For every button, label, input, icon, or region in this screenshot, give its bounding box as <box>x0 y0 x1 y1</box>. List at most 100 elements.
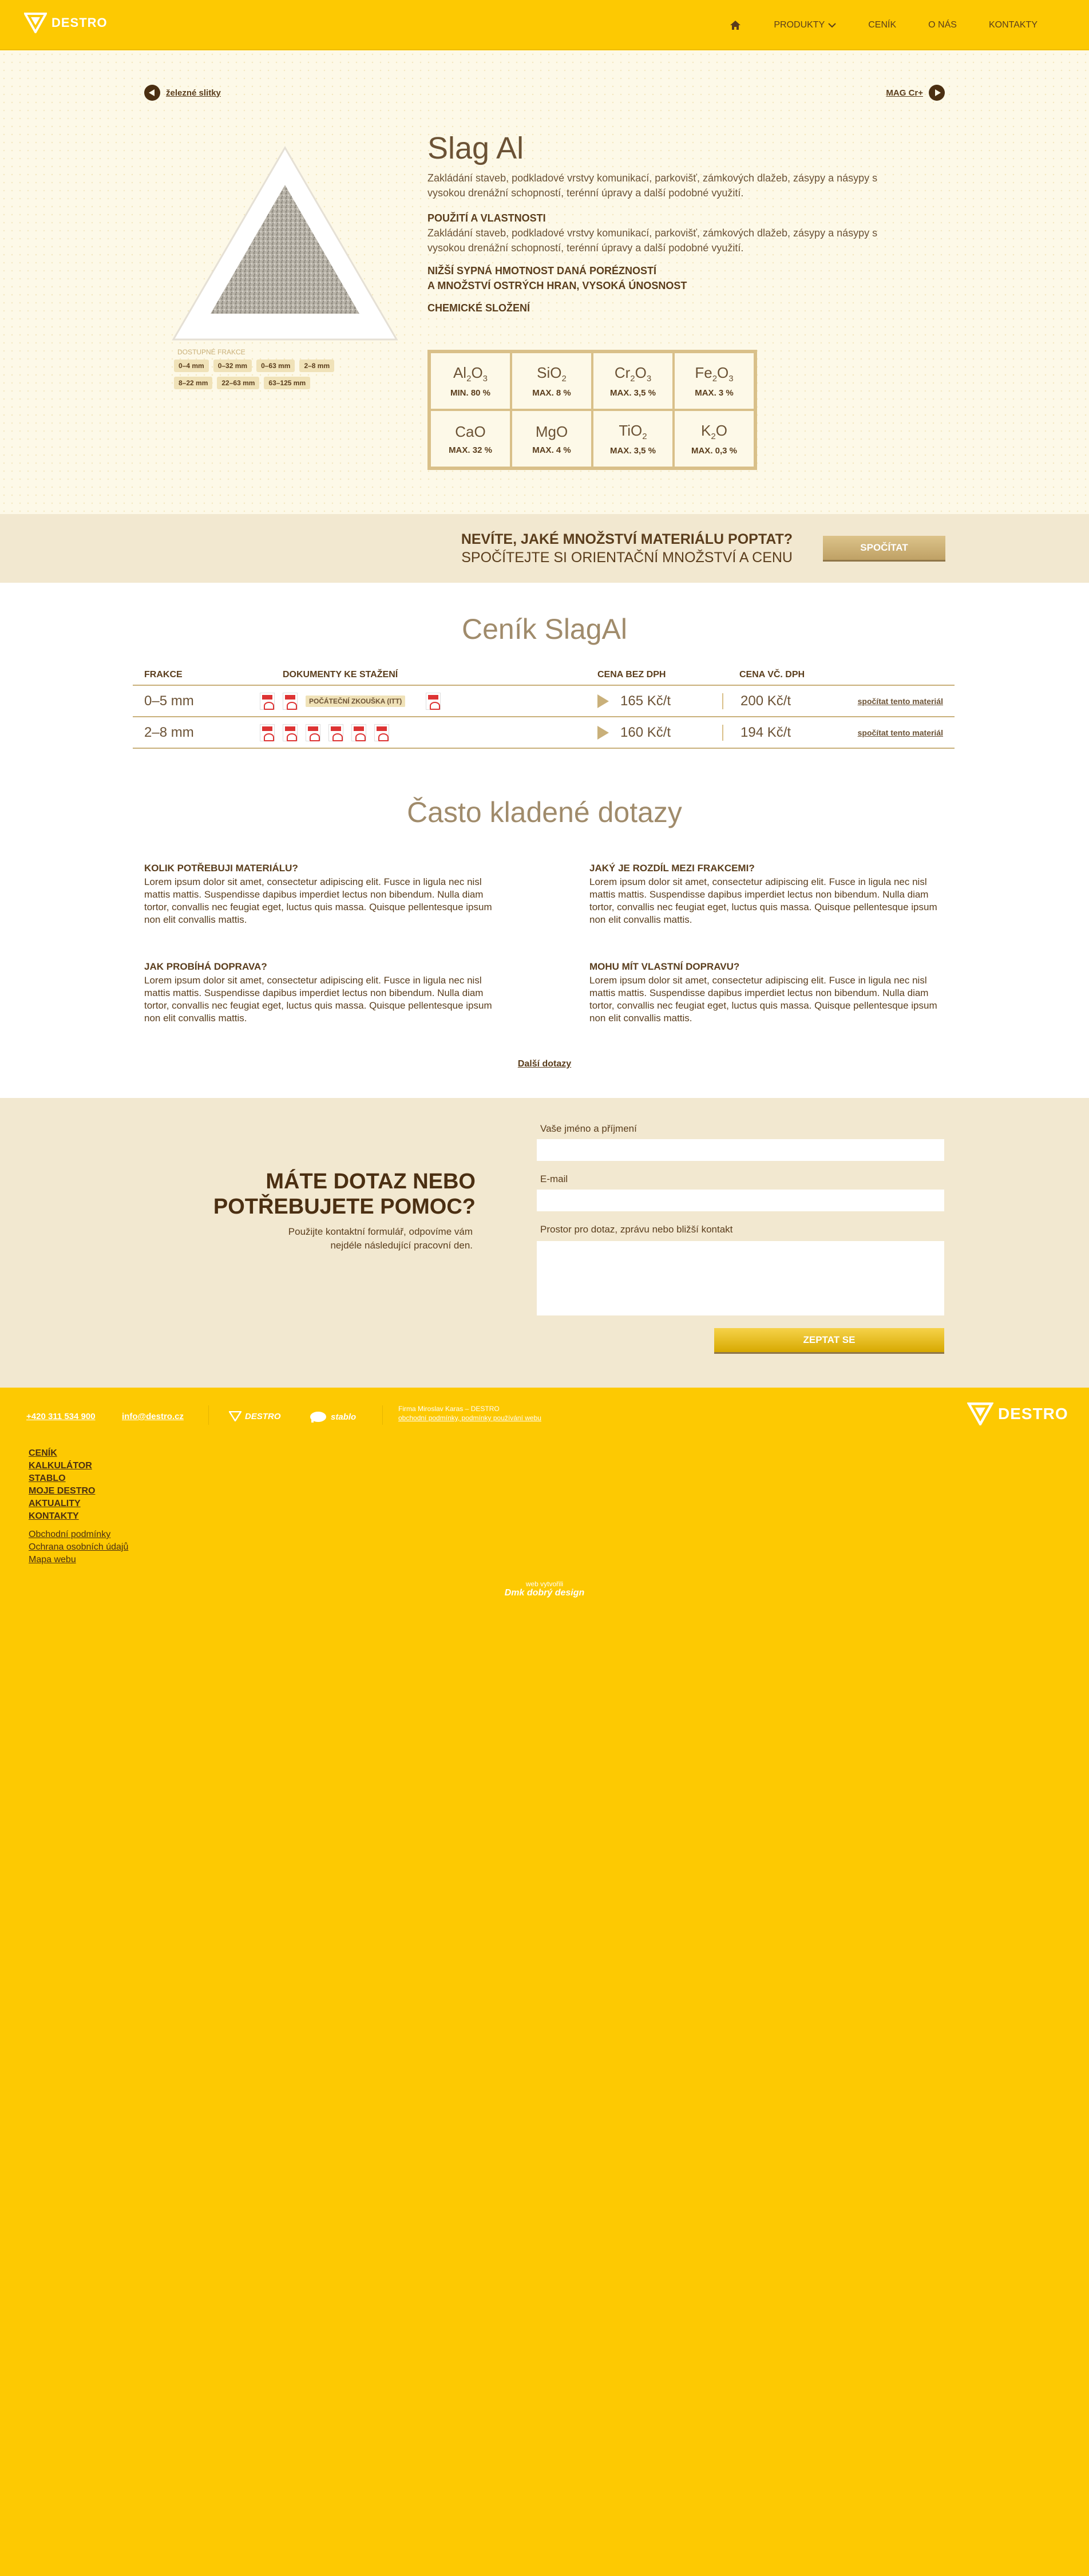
pdf-icon[interactable] <box>283 724 298 741</box>
company-address: Firma Miroslav Karas – DESTRO <box>398 1405 500 1413</box>
faq-title: Často kladené dotazy <box>407 796 682 828</box>
cta-sub: SPOČÍTEJTE SI ORIENTAČNÍ MNOŽSTVÍ A CENU <box>461 550 793 566</box>
prev-product-link[interactable]: železné slitky <box>144 85 221 101</box>
arrow-right-icon <box>929 85 945 101</box>
next-product-label: MAG Cr+ <box>886 88 923 98</box>
email-field[interactable] <box>537 1190 944 1211</box>
message-label: Prostor pro dotaz, zprávu nebo bližší ko… <box>540 1224 733 1235</box>
contact-title-line: MÁTE DOTAZ NEBO <box>266 1170 476 1194</box>
chem-cell: Al2O3 MIN. 80 % <box>431 353 510 409</box>
row-price: 165 Kč/t <box>597 693 722 709</box>
calculate-button[interactable]: SPOČÍTAT <box>823 536 945 560</box>
home-icon[interactable] <box>729 19 742 31</box>
row-price-value: 160 Kč/t <box>620 724 671 740</box>
partner-destro-logo[interactable]: DESTRO <box>229 1411 281 1421</box>
calc-material-link[interactable]: spočítat tento materiál <box>848 697 955 706</box>
partner-destro-text: DESTRO <box>245 1411 281 1421</box>
nav-produkty-label: PRODUKTY <box>774 19 825 30</box>
footer-phone[interactable]: +420 311 534 900 <box>26 1412 96 1421</box>
contact-title: MÁTE DOTAZ NEBO POTŘEBUJETE POMOC? <box>213 1169 476 1219</box>
footer-menu-item[interactable]: STABLO <box>29 1472 95 1485</box>
chem-formula: SiO2 <box>537 364 567 384</box>
chem-formula: CaO <box>455 422 486 440</box>
pricelist-title: Ceník SlagAl <box>461 613 628 645</box>
nav-kontakty[interactable]: KONTAKTY <box>989 20 1037 30</box>
footer-menu-item[interactable]: MOJE DESTRO <box>29 1485 95 1498</box>
fraction-tag[interactable]: 0–32 mm <box>213 359 252 372</box>
pdf-icon[interactable] <box>306 724 320 741</box>
chem-value: MAX. 8 % <box>532 388 571 398</box>
pdf-icon[interactable] <box>426 692 441 710</box>
fractions-label: dostupné frakce <box>177 348 245 356</box>
chem-formula: Fe2O3 <box>695 364 734 384</box>
footer-link[interactable]: Mapa webu <box>29 1554 128 1566</box>
message-field[interactable] <box>537 1241 944 1315</box>
chem-value: MAX. 3,5 % <box>609 446 656 456</box>
chemistry-table: Al2O3 MIN. 80 % SiO2 MAX. 8 % Cr2O3 MAX. 3,5 … <box>427 350 757 470</box>
name-label: Vaše jméno a příjmení <box>540 1123 637 1134</box>
play-icon <box>597 725 609 740</box>
footer-menu: CENÍK KALKULÁTOR STABLO MOJE DESTRO AKTU… <box>29 1447 95 1523</box>
submit-button[interactable]: ZEPTAT SE <box>714 1328 944 1352</box>
more-questions-link[interactable]: Další dotazy <box>0 1059 1089 1069</box>
fractions-list: 0–4 mm 0–32 mm 0–63 mm 2–8 mm 8–22 mm 22… <box>174 359 357 389</box>
faq-question: MOHU MÍT VLASTNÍ DOPRAVU? <box>589 961 740 972</box>
agency-link[interactable]: Dmk dobrý design <box>0 1588 1089 1598</box>
nav-cenik[interactable]: CENÍK <box>868 20 896 30</box>
pdf-icon[interactable] <box>328 724 343 741</box>
footer-menu-item[interactable]: AKTUALITY <box>29 1498 95 1510</box>
footer-menu-item[interactable]: KONTAKTY <box>29 1510 95 1523</box>
terms-link[interactable]: obchodní podmínky, podmínky používání we… <box>398 1414 541 1422</box>
col-fraction: FRAKCE <box>144 670 183 679</box>
fraction-tag[interactable]: 2–8 mm <box>299 359 335 372</box>
pdf-icon[interactable] <box>260 724 275 741</box>
chem-cell: CaO MAX. 32 % <box>431 411 510 467</box>
cta-text: NEVÍTE, JAKÉ MNOŽSTVÍ MATERIÁLU POPTAT? … <box>461 530 793 567</box>
row-documents <box>260 724 597 741</box>
document-label[interactable]: POČÁTEČNÍ ZKOUŠKA (ITT) <box>306 695 406 707</box>
row-price-vat: 200 Kč/t <box>722 693 848 709</box>
partner-stablo-logo[interactable]: stablo <box>309 1411 356 1423</box>
footer-link[interactable]: Ochrana osobních údajů <box>29 1541 128 1554</box>
pdf-icon[interactable] <box>351 724 366 741</box>
pdf-icon[interactable] <box>260 692 275 710</box>
faq-answer: Lorem ipsum dolor sit amet, consectetur … <box>589 876 937 925</box>
chem-value: MAX. 3,5 % <box>609 388 656 398</box>
footer-link[interactable]: Obchodní podmínky <box>29 1528 128 1541</box>
fraction-tag[interactable]: 0–63 mm <box>256 359 295 372</box>
row-price: 160 Kč/t <box>597 725 722 741</box>
calc-material-link[interactable]: spočítat tento materiál <box>848 728 955 737</box>
features-section: NIŽŠÍ SYPNÁ HMOTNOST DANÁ PORÉZNOSTÍ A M… <box>427 263 885 293</box>
chem-value: MAX. 32 % <box>449 445 492 455</box>
faq-item: KOLIK POTŘEBUJI MATERIÁLU? Lorem ipsum d… <box>144 862 499 926</box>
nav-produkty[interactable]: PRODUKTY <box>774 20 836 30</box>
feature-line: A MNOŽSTVÍ OSTRÝCH HRAN, VYSOKÁ ÚNOSNOST <box>427 280 687 291</box>
nav-o-nas[interactable]: O NÁS <box>928 20 957 30</box>
footer-email[interactable]: info@destro.cz <box>122 1412 184 1421</box>
pdf-icon[interactable] <box>374 724 389 741</box>
footer-logo[interactable]: DESTRO <box>967 1402 1068 1425</box>
faq-answer: Lorem ipsum dolor sit amet, consectetur … <box>144 876 492 925</box>
fraction-tag[interactable]: 8–22 mm <box>174 377 213 389</box>
prev-product-label: železné slitky <box>166 88 221 98</box>
chem-cell: Fe2O3 MAX. 3 % <box>675 353 754 409</box>
chem-cell: SiO2 MAX. 8 % <box>512 353 591 409</box>
price-table-header: FRAKCE DOKUMENTY KE STAŽENÍ CENA BEZ DPH… <box>133 665 955 686</box>
pdf-icon[interactable] <box>283 692 298 710</box>
footer-menu-item[interactable]: KALKULÁTOR <box>29 1460 95 1472</box>
faq-item: MOHU MÍT VLASTNÍ DOPRAVU? Lorem ipsum do… <box>589 961 944 1025</box>
fraction-tag[interactable]: 22–63 mm <box>217 377 260 389</box>
fraction-tag[interactable]: 0–4 mm <box>174 359 209 372</box>
col-price: CENA BEZ DPH <box>597 670 666 679</box>
product-section: železné slitky MAG Cr+ dostupné frakce 0… <box>0 50 1089 514</box>
next-product-link[interactable]: MAG Cr+ <box>886 85 945 101</box>
fraction-tag[interactable]: 63–125 mm <box>264 377 311 389</box>
destro-logo[interactable]: DESTRO <box>24 13 108 33</box>
chem-formula: Cr2O3 <box>614 364 652 384</box>
made-by: web vytvořili Dmk dobrý design <box>0 1580 1089 1598</box>
price-row: 2–8 mm 160 Kč/t 194 Kč/t spočítat tento … <box>133 717 955 749</box>
footer-menu-item[interactable]: CENÍK <box>29 1447 95 1460</box>
price-table: FRAKCE DOKUMENTY KE STAŽENÍ CENA BEZ DPH… <box>133 665 955 749</box>
site-footer <box>0 1388 1089 2576</box>
name-field[interactable] <box>537 1139 944 1161</box>
